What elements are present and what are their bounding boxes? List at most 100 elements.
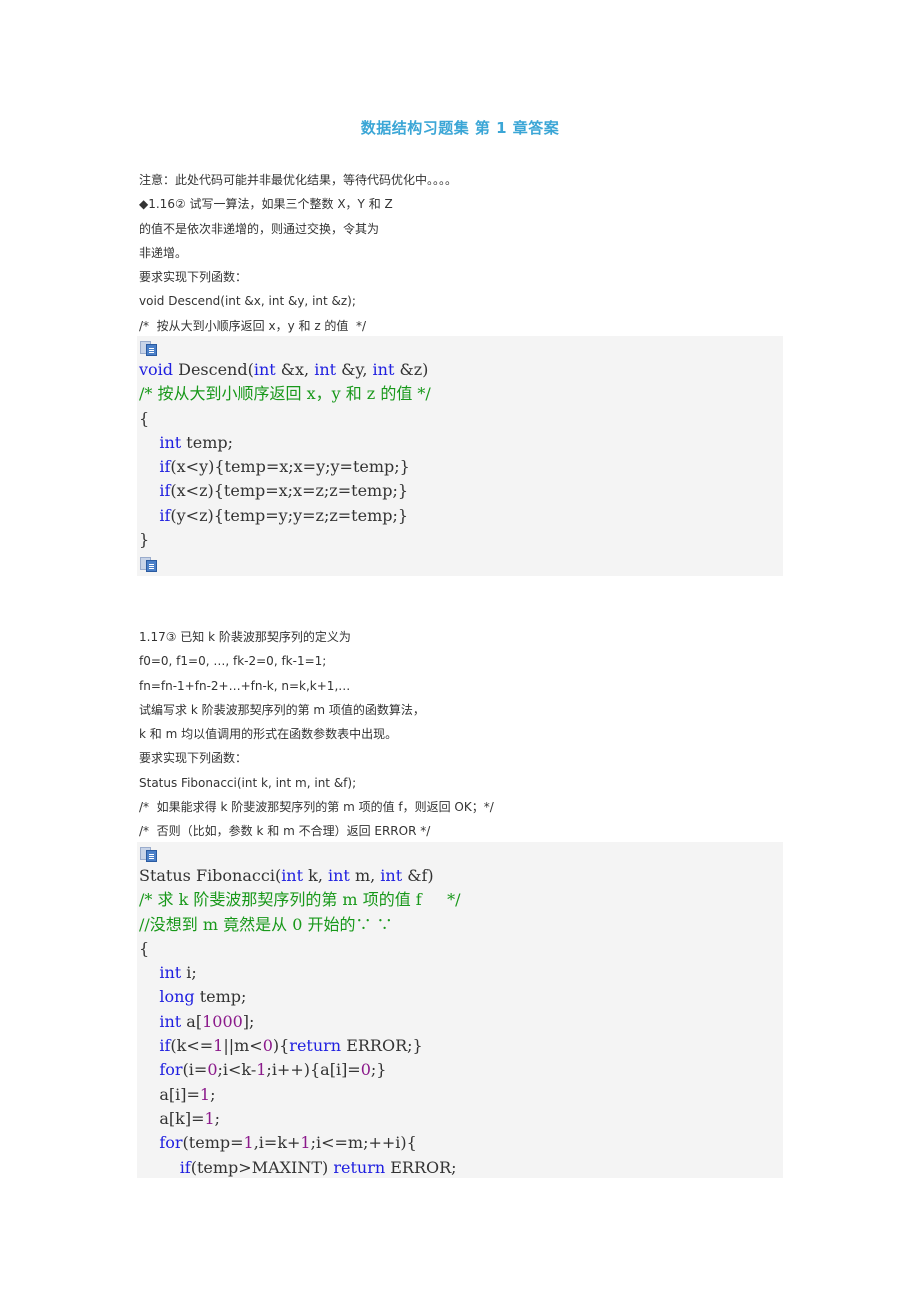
code-line: int i;: [139, 961, 783, 985]
number-token: 0: [360, 1060, 371, 1080]
code-block-fibonacci: Status Fibonacci(int k, int m, int &f)/*…: [137, 842, 783, 1178]
code-token: m,: [349, 866, 381, 885]
copy-code-icon[interactable]: [140, 341, 160, 356]
code-token: Descend(: [173, 360, 254, 379]
code-token: }: [139, 530, 150, 550]
text-line: 1.17③ 已知 k 阶裴波那契序列的定义为: [139, 630, 351, 644]
code-token: temp;: [181, 432, 233, 452]
code-line: if(x<z){temp=x;x=z;z=temp;}: [139, 479, 783, 503]
code-token: ;: [214, 1108, 221, 1128]
keyword-token: return: [333, 1157, 386, 1177]
code-line: a[i]=1;: [139, 1083, 783, 1107]
code-token: ){: [272, 1036, 290, 1056]
code-token: Status Fibonacci(: [139, 866, 282, 885]
code-line: }: [139, 528, 783, 552]
text-line: ◆1.16② 试写一算法，如果三个整数 X，Y 和 Z: [139, 197, 393, 212]
number-token: 1: [256, 1060, 267, 1080]
code-token: ,i=k+: [253, 1133, 301, 1153]
code-line: if(x<y){temp=x;x=y;y=temp;}: [139, 455, 783, 479]
text-line: k 和 m 均以值调用的形式在函数参数表中出现。: [139, 727, 398, 742]
code-token: ||m<: [223, 1036, 263, 1056]
code-token: &f): [402, 866, 434, 885]
code-token: (x<z){temp=x;x=z;z=temp;}: [170, 481, 409, 501]
keyword-token: int: [159, 1011, 182, 1031]
keyword-token: int: [253, 360, 276, 379]
code-token: (y<z){temp=y;y=z;z=temp;}: [170, 505, 409, 525]
code-token: i;: [181, 963, 197, 983]
code-line: /* 求 k 阶斐波那契序列的第 m 项的值 f */: [139, 888, 783, 912]
code-token: (x<y){temp=x;x=y;y=temp;}: [170, 457, 410, 477]
text-line: 注意：此处代码可能并非最优化结果，等待代码优化中。。。。: [139, 173, 458, 187]
keyword-token: int: [281, 866, 304, 885]
code-token: temp;: [194, 987, 247, 1007]
code-token: ;: [210, 1084, 216, 1104]
code-line: /* 按从大到小顺序返回 x，y 和 z 的值 */: [139, 382, 783, 406]
code-line: {: [139, 407, 783, 431]
text-line: f0=0, f1=0, …, fk-2=0, fk-1=1;: [139, 654, 327, 669]
code-token: (temp=: [182, 1133, 244, 1153]
code-line: Status Fibonacci(int k, int m, int &f): [139, 864, 783, 888]
text-line: void Descend(int &x, int &y, int &z);: [139, 294, 356, 309]
copy-code-icon[interactable]: [140, 847, 160, 862]
code-line: if(temp>MAXINT) return ERROR;: [139, 1156, 783, 1180]
code-line: a[k]=1;: [139, 1107, 783, 1131]
code-token: ;i<k-: [217, 1060, 257, 1080]
code-token: &z): [394, 360, 429, 379]
text-line: 要求实现下列函数：: [139, 270, 248, 285]
code-token: a[: [181, 1011, 203, 1031]
code-token: k,: [303, 866, 328, 885]
code-token: &x,: [275, 360, 315, 379]
text-line: /* 否则（比如，参数 k 和 m 不合理）返回 ERROR */: [139, 824, 431, 839]
code-token: a[k]=: [139, 1108, 205, 1128]
text-line: fn=fn-1+fn-2+…+fn-k, n=k,k+1,…: [139, 678, 351, 693]
code-fibonacci: Status Fibonacci(int k, int m, int &f)/*…: [137, 864, 783, 1180]
number-token: 1: [243, 1133, 254, 1153]
code-line: {: [139, 937, 783, 961]
text-line: 非递增。: [139, 245, 188, 260]
code-token: ERROR;}: [341, 1036, 423, 1056]
number-token: 1: [300, 1133, 311, 1153]
code-line: if(y<z){temp=y;y=z;z=temp;}: [139, 504, 783, 528]
keyword-token: for: [159, 1060, 183, 1080]
code-token: ];: [242, 1011, 255, 1031]
keyword-token: if: [159, 1036, 171, 1056]
keyword-token: long: [159, 987, 195, 1007]
keyword-token: if: [159, 457, 171, 477]
number-token: 1: [199, 1084, 211, 1104]
keyword-token: void: [139, 360, 174, 379]
code-token: (k<=: [170, 1036, 214, 1056]
section-2-intro: 1.17③ 已知 k 阶裴波那契序列的定义为 f0=0, f1=0, …, fk-…: [139, 625, 494, 844]
keyword-token: if: [179, 1157, 191, 1177]
code-line: int temp;: [139, 431, 783, 455]
copy-code-icon[interactable]: [140, 557, 160, 573]
code-line: for(i=0;i<k-1;i++){a[i]=0;}: [139, 1058, 783, 1082]
page-title: 数据结构习题集 第 1 章答案: [360, 119, 560, 137]
code-token: (temp>MAXINT): [190, 1157, 334, 1177]
code-line: for(temp=1,i=k+1;i<=m;++i){: [139, 1131, 783, 1155]
code-token: ERROR;: [385, 1157, 457, 1177]
comment-token: //没想到 m 竟然是从 0 开始的∵ ∵: [139, 914, 393, 934]
code-token: (i=: [182, 1060, 208, 1080]
code-descend: void Descend(int &x, int &y, int &z)/* 按…: [137, 358, 783, 552]
code-token: {: [139, 938, 150, 958]
code-token: ;i++){a[i]=: [266, 1060, 361, 1080]
number-token: 0: [262, 1036, 273, 1056]
code-token: ;i<=m;++i){: [310, 1133, 417, 1153]
code-line: void Descend(int &x, int &y, int &z): [139, 358, 783, 382]
number-token: 1: [213, 1036, 224, 1056]
text-line: /* 按从大到小顺序返回 x，y 和 z 的值 */: [139, 318, 367, 333]
text-line: /* 如果能求得 k 阶斐波那契序列的第 m 项的值 f，则返回 OK；*/: [139, 800, 494, 815]
keyword-token: int: [159, 432, 182, 452]
code-block-descend: void Descend(int &x, int &y, int &z)/* 按…: [137, 336, 783, 576]
